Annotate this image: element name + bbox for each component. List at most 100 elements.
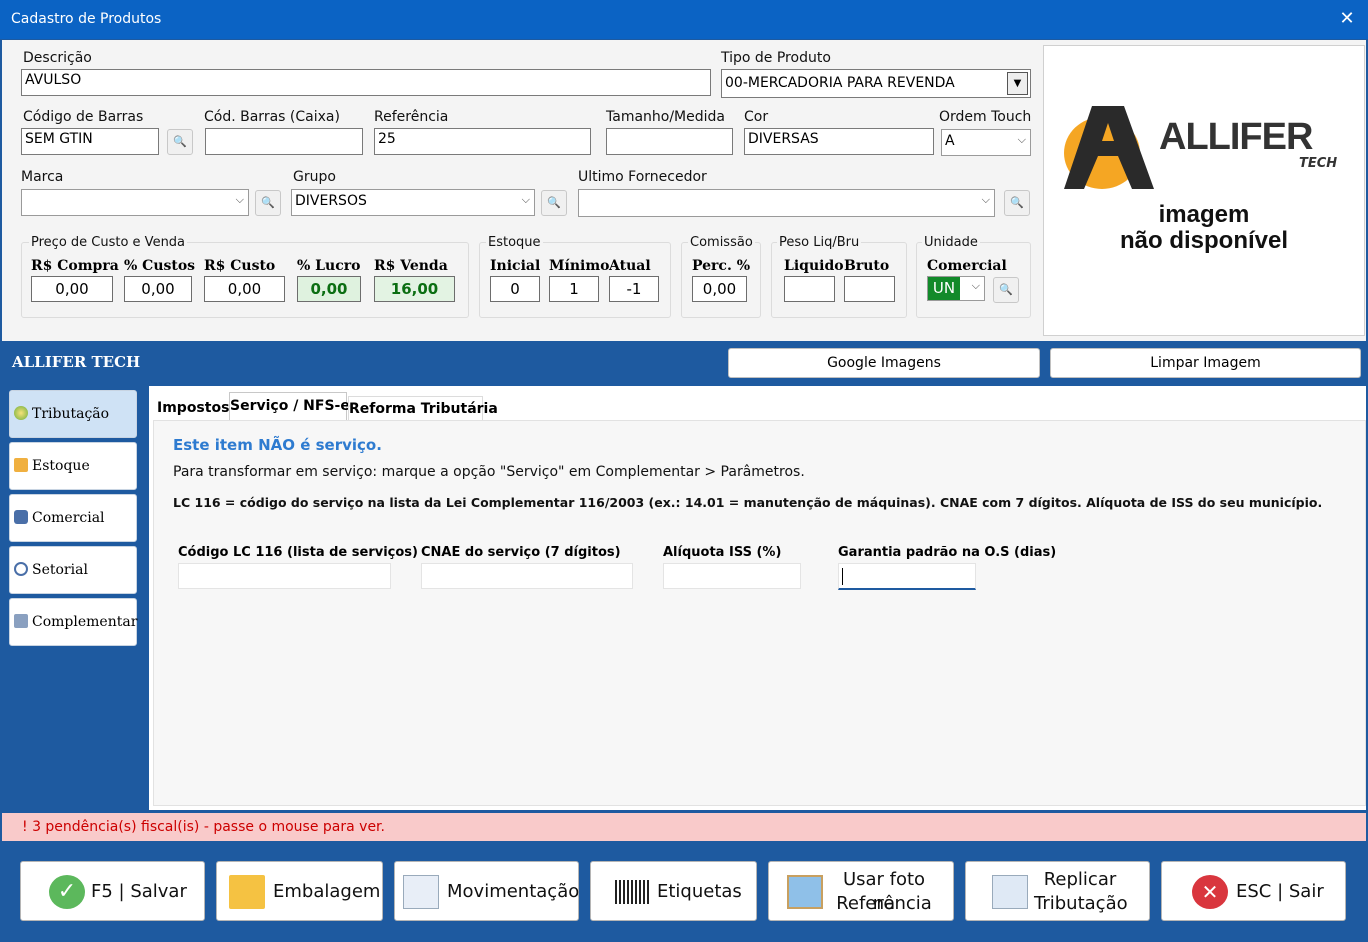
search-unidade-button[interactable]: 🔍: [993, 277, 1019, 303]
tamanho-medida-label: Tamanho/Medida: [606, 109, 725, 125]
close-icon[interactable]: ✕: [1337, 8, 1357, 29]
custos-label: % Custos: [124, 258, 196, 274]
replicate-chart-icon: [992, 875, 1028, 909]
peso-liquido-label: Liquido: [784, 258, 844, 274]
sidebar-item-estoque[interactable]: Estoque: [9, 442, 137, 490]
tab-impostos[interactable]: Impostos: [157, 396, 229, 420]
dropdown-arrow-icon[interactable]: ▼: [1007, 72, 1028, 95]
unidade-comercial-select[interactable]: UN ⌵: [927, 276, 985, 301]
cnae-input[interactable]: [421, 563, 633, 589]
lc116-label: Código LC 116 (lista de serviços): [178, 545, 418, 560]
sidebar-item-tributacao[interactable]: Tributação: [9, 390, 137, 438]
codigo-barras-input[interactable]: SEM GTIN: [21, 128, 159, 155]
estoque-atual-input[interactable]: -1: [609, 276, 659, 302]
magnifier-icon: 🔍: [547, 196, 561, 209]
peso-bruto-label: Bruto: [844, 258, 890, 274]
magnifier-icon: 🔍: [261, 196, 275, 209]
search-barcode-button[interactable]: 🔍: [167, 129, 193, 155]
embalagem-button[interactable]: Embalagem: [216, 861, 383, 921]
comissao-perc-label: Perc. %: [692, 258, 751, 274]
magnifier-icon: 🔍: [999, 283, 1013, 296]
settings-icon: [14, 614, 28, 628]
barcode-icon: [615, 880, 651, 904]
tamanho-medida-input[interactable]: [606, 128, 733, 155]
sidebar-item-setorial[interactable]: Setorial: [9, 546, 137, 594]
sidebar-item-label: Estoque: [32, 458, 90, 474]
tipo-produto-value: 00-MERCADORIA PARA REVENDA: [725, 75, 955, 91]
estoque-group-label: Estoque: [486, 235, 543, 250]
pending-fiscal-bar[interactable]: ! 3 pendência(s) fiscal(is) - passe o mo…: [2, 813, 1366, 841]
gauge-icon: [14, 562, 28, 576]
lucro-label: % Lucro: [297, 258, 361, 274]
sidebar-item-label: Comercial: [32, 510, 105, 526]
estoque-inicial-input[interactable]: 0: [490, 276, 540, 302]
referencia-input[interactable]: 25: [374, 128, 591, 155]
lucro-input[interactable]: 0,00: [297, 276, 361, 302]
tab-reforma-tributaria[interactable]: Reforma Tributária: [348, 396, 498, 420]
unidade-comercial-label: Comercial: [927, 258, 1007, 274]
comissao-group-label: Comissão: [688, 235, 755, 250]
brand-name: ALLIFER TECH: [12, 353, 141, 371]
garantia-input[interactable]: [838, 563, 976, 590]
search-fornecedor-button[interactable]: 🔍: [1004, 190, 1030, 216]
photo-icon: [787, 875, 823, 909]
servico-heading: Este item NÃO é serviço.: [173, 436, 382, 454]
ordem-touch-select[interactable]: A ⌵: [941, 129, 1031, 156]
save-label: F5 | Salvar: [91, 881, 187, 902]
save-button[interactable]: ✓ F5 | Salvar: [20, 861, 205, 921]
chevron-down-icon: ⌵: [521, 193, 530, 206]
compra-label: R$ Compra: [31, 258, 119, 274]
usar-foto-button[interactable]: Usar foto na Referência: [768, 861, 954, 921]
tipo-produto-select[interactable]: 00-MERCADORIA PARA REVENDA ▼: [721, 69, 1031, 98]
tab-servico-nfse[interactable]: Serviço / NFS-e: [229, 392, 350, 421]
ultimo-fornecedor-label: Ultimo Fornecedor: [578, 169, 707, 185]
check-icon: ✓: [49, 875, 85, 909]
google-images-button[interactable]: Google Imagens: [728, 348, 1040, 378]
estoque-minimo-input[interactable]: 1: [549, 276, 599, 302]
ultimo-fornecedor-select[interactable]: ⌵: [578, 189, 995, 217]
search-marca-button[interactable]: 🔍: [255, 190, 281, 216]
custos-input[interactable]: 0,00: [124, 276, 192, 302]
cod-barras-caixa-input[interactable]: [205, 128, 363, 155]
cor-input[interactable]: DIVERSAS: [744, 128, 934, 155]
compra-input[interactable]: 0,00: [31, 276, 113, 302]
chevron-down-icon: ⌵: [1017, 133, 1026, 146]
marca-select[interactable]: ⌵: [21, 189, 249, 216]
etiquetas-button[interactable]: Etiquetas: [590, 861, 757, 921]
cor-label: Cor: [744, 109, 769, 125]
comissao-perc-input[interactable]: 0,00: [692, 276, 747, 302]
magnifier-icon: 🔍: [173, 135, 187, 148]
replicar-tributacao-button[interactable]: Replicar Tributação: [965, 861, 1150, 921]
box-icon: [229, 875, 265, 909]
allifer-logo-icon: [1064, 106, 1154, 189]
ordem-touch-label: Ordem Touch: [939, 109, 1032, 125]
search-grupo-button[interactable]: 🔍: [541, 190, 567, 216]
servico-instruction: Para transformar em serviço: marque a op…: [173, 464, 805, 480]
clear-image-button[interactable]: Limpar Imagem: [1050, 348, 1361, 378]
replicar-label-2: Tributação: [1034, 893, 1128, 914]
etiquetas-label: Etiquetas: [657, 881, 742, 902]
custo-input[interactable]: 0,00: [204, 276, 285, 302]
peso-liquido-input[interactable]: [784, 276, 835, 302]
exit-button[interactable]: ✕ ESC | Sair: [1161, 861, 1346, 921]
aliquota-input[interactable]: [663, 563, 801, 589]
close-icon: ✕: [1192, 875, 1228, 909]
ordem-touch-value: A: [945, 133, 955, 149]
descricao-label: Descrição: [23, 50, 92, 66]
bar-chart-icon: [403, 875, 439, 909]
sidebar-item-comercial[interactable]: Comercial: [9, 494, 137, 542]
referencia-label: Referência: [374, 109, 449, 125]
grupo-select[interactable]: DIVERSOS ⌵: [291, 189, 535, 216]
estoque-atual-label: Atual: [609, 258, 651, 274]
title-bar: Cadastro de Produtos ✕: [0, 0, 1368, 39]
peso-bruto-input[interactable]: [844, 276, 895, 302]
venda-input[interactable]: 16,00: [374, 276, 455, 302]
exit-label: ESC | Sair: [1236, 881, 1324, 902]
sidebar-item-complementar[interactable]: Complementar: [9, 598, 137, 646]
cnae-label: CNAE do serviço (7 dígitos): [421, 545, 621, 560]
lc116-input[interactable]: [178, 563, 391, 589]
garantia-label: Garantia padrão na O.S (dias): [838, 545, 1057, 560]
sidebar-item-label: Setorial: [32, 562, 88, 578]
descricao-input[interactable]: AVULSO: [21, 69, 711, 96]
movimentacao-button[interactable]: Movimentação: [394, 861, 579, 921]
